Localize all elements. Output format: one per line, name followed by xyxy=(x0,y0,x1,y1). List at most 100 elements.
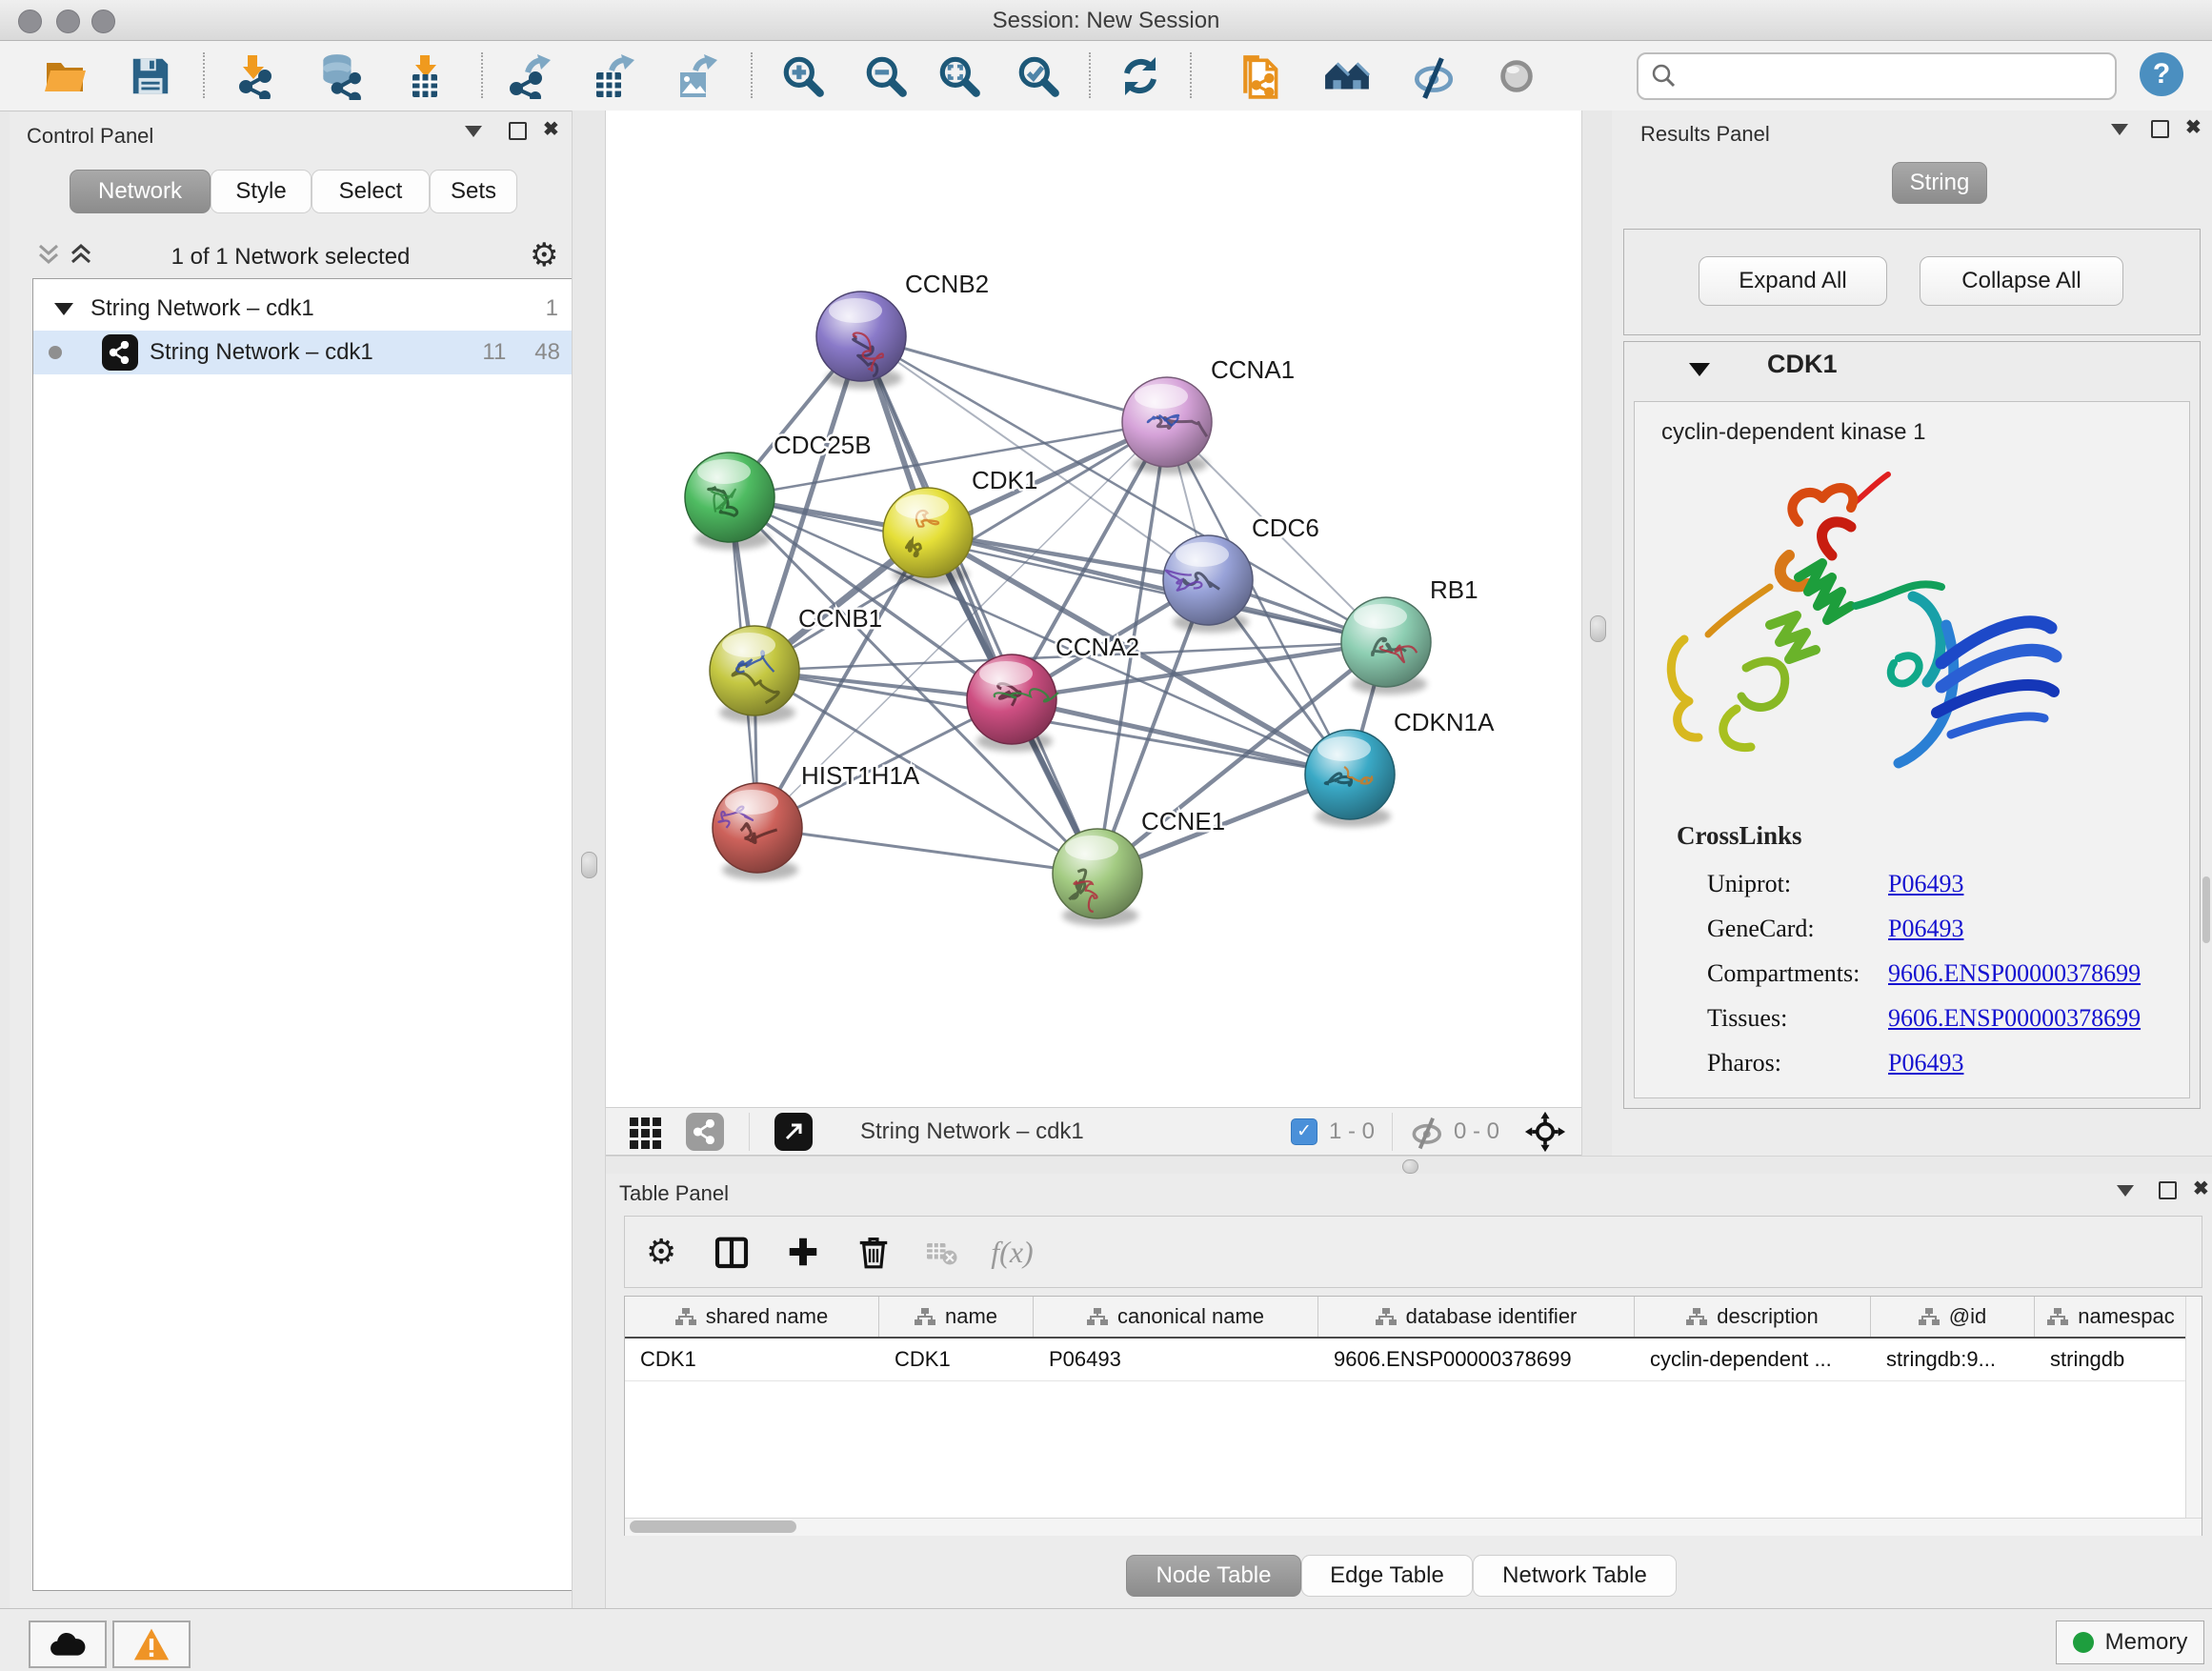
network-graph[interactable]: CCNB2CCNA1CDC25BCDK1CDC6RB1CCNB1CCNA2CDK… xyxy=(606,111,1581,1107)
collapse-all-button[interactable]: Collapse All xyxy=(1920,256,2123,306)
close-panel-icon[interactable]: ✖ xyxy=(2185,118,2202,137)
zoom-in-button[interactable] xyxy=(778,51,828,101)
create-column-plus-icon[interactable] xyxy=(785,1234,821,1270)
column-header-canonical-name[interactable]: canonical name xyxy=(1034,1297,1318,1337)
graph-node-HIST1H1A[interactable]: HIST1H1A xyxy=(713,761,920,880)
tab-string[interactable]: String xyxy=(1892,162,1987,204)
column-header-name[interactable]: name xyxy=(879,1297,1034,1337)
export-network-button[interactable] xyxy=(507,51,556,101)
table-vscrollbar[interactable] xyxy=(2185,1297,2202,1518)
graph-node-CCNA1[interactable]: CCNA1 xyxy=(1122,355,1295,474)
tab-style[interactable]: Style xyxy=(211,170,312,213)
graph-node-CDKN1A[interactable]: CDKN1A xyxy=(1305,708,1495,827)
import-network-from-database-button[interactable] xyxy=(314,51,364,101)
birdseye-grid-icon[interactable] xyxy=(629,1115,663,1149)
column-header--id[interactable]: @id xyxy=(1871,1297,2035,1337)
expand-all-button[interactable]: Expand All xyxy=(1699,256,1887,306)
import-network-button[interactable] xyxy=(231,51,280,101)
import-table-button[interactable] xyxy=(402,51,452,101)
function-builder-icon[interactable]: f(x) xyxy=(991,1235,1033,1270)
hidden-eye-slash-icon[interactable] xyxy=(1408,1114,1444,1150)
graph-node-CCNB1[interactable]: CCNB1 xyxy=(710,604,882,723)
tab-edge-table[interactable]: Edge Table xyxy=(1301,1555,1473,1597)
entry-expander-icon[interactable] xyxy=(1689,363,1710,376)
graph-edge[interactable] xyxy=(861,336,1097,874)
save-session-button[interactable] xyxy=(126,51,175,101)
table-cell[interactable]: stringdb xyxy=(2035,1339,2188,1380)
panel-menu-icon[interactable] xyxy=(2117,1185,2134,1197)
string-view-icon[interactable] xyxy=(686,1113,724,1151)
tab-node-table[interactable]: Node Table xyxy=(1126,1555,1301,1597)
column-header-description[interactable]: description xyxy=(1635,1297,1871,1337)
network-options-gear-icon[interactable]: ⚙ xyxy=(530,236,558,274)
crosslink-link[interactable]: P06493 xyxy=(1888,906,1963,951)
search-input[interactable] xyxy=(1686,56,2115,96)
table-cell[interactable]: CDK1 xyxy=(879,1339,1034,1380)
right-splitter-grip[interactable] xyxy=(1590,615,1606,642)
zoom-out-button[interactable] xyxy=(861,51,911,101)
collection-expander-icon[interactable] xyxy=(54,303,73,315)
crosslink-link[interactable]: 9606.ENSP00000378699 xyxy=(1888,996,2141,1040)
panel-menu-icon[interactable] xyxy=(2111,124,2128,135)
table-hscrollbar-thumb[interactable] xyxy=(630,1520,796,1533)
tab-sets[interactable]: Sets xyxy=(430,170,517,213)
network-canvas[interactable]: CCNB2CCNA1CDC25BCDK1CDC6RB1CCNB1CCNA2CDK… xyxy=(606,111,1581,1107)
export-table-button[interactable] xyxy=(589,51,638,101)
close-panel-icon[interactable]: ✖ xyxy=(2193,1179,2209,1198)
table-cell[interactable]: 9606.ENSP00000378699 xyxy=(1318,1339,1635,1380)
show-hidden-button[interactable] xyxy=(1492,51,1541,101)
refresh-layout-button[interactable] xyxy=(1116,51,1165,101)
graph-node-CCNE1[interactable]: CCNE1 xyxy=(1053,807,1225,926)
panel-menu-icon[interactable] xyxy=(465,126,482,137)
float-panel-icon[interactable] xyxy=(509,122,527,140)
share-document-button[interactable] xyxy=(1237,51,1287,101)
right-splitter[interactable] xyxy=(1581,111,1614,1156)
table-hscrollbar[interactable] xyxy=(625,1518,2202,1536)
close-panel-icon[interactable]: ✖ xyxy=(543,120,559,139)
graph-node-RB1[interactable]: RB1 xyxy=(1341,575,1478,695)
graph-edge[interactable] xyxy=(861,336,1167,422)
zoom-fit-button[interactable] xyxy=(935,51,984,101)
graph-node-CDC6[interactable]: CDC6 xyxy=(1163,513,1319,633)
graph-edge[interactable] xyxy=(757,828,1097,874)
help-button[interactable]: ? xyxy=(2140,52,2183,96)
float-panel-icon[interactable] xyxy=(2151,120,2169,138)
crosslink-link[interactable]: P06493 xyxy=(1888,861,1963,906)
home-button[interactable] xyxy=(1322,51,1372,101)
zoom-selected-button[interactable] xyxy=(1014,51,1063,101)
tab-select[interactable]: Select xyxy=(312,170,430,213)
warnings-button[interactable] xyxy=(112,1621,191,1668)
tab-network-table[interactable]: Network Table xyxy=(1473,1555,1677,1597)
column-header-database-identifier[interactable]: database identifier xyxy=(1318,1297,1635,1337)
fit-crosshair-icon[interactable] xyxy=(1524,1111,1566,1153)
table-cell[interactable]: CDK1 xyxy=(625,1339,879,1380)
search-field[interactable] xyxy=(1637,52,2117,100)
table-settings-gear-icon[interactable]: ⚙ xyxy=(646,1232,676,1272)
export-image-button[interactable] xyxy=(671,51,720,101)
left-splitter-grip[interactable] xyxy=(581,852,597,878)
column-header-namespac[interactable]: namespac xyxy=(2035,1297,2188,1337)
delete-column-trash-icon[interactable] xyxy=(855,1234,892,1270)
memory-button[interactable]: Memory xyxy=(2056,1621,2204,1664)
selected-checkbox-icon[interactable]: ✓ xyxy=(1291,1118,1317,1145)
table-cell[interactable]: cyclin-dependent ... xyxy=(1635,1339,1871,1380)
column-header-shared-name[interactable]: shared name xyxy=(625,1297,879,1337)
show-columns-icon[interactable] xyxy=(713,1233,751,1271)
horizontal-splitter-grip[interactable] xyxy=(1402,1159,1418,1174)
float-panel-icon[interactable] xyxy=(2159,1181,2177,1199)
table-cell[interactable]: P06493 xyxy=(1034,1339,1318,1380)
open-session-button[interactable] xyxy=(40,51,90,101)
crosslink-link[interactable]: 9606.ENSP00000378699 xyxy=(1888,951,2141,996)
tab-network[interactable]: Network xyxy=(70,170,211,213)
results-scrollbar-thumb[interactable] xyxy=(2202,876,2210,943)
table-cell[interactable]: stringdb:9... xyxy=(1871,1339,2035,1380)
crosslink-link[interactable]: P06493 xyxy=(1888,1040,1963,1085)
automation-cloud-button[interactable] xyxy=(29,1621,107,1668)
network-collection-row[interactable]: String Network – cdk1 1 xyxy=(33,287,575,331)
horizontal-splitter[interactable] xyxy=(606,1156,2212,1175)
delete-table-icon[interactable] xyxy=(924,1235,958,1269)
network-row-selected[interactable]: String Network – cdk1 11 48 xyxy=(33,331,575,374)
hide-selected-button[interactable] xyxy=(1408,51,1458,101)
graph-edge[interactable] xyxy=(928,533,1386,642)
graph-node-CCNB2[interactable]: CCNB2 xyxy=(816,270,989,389)
